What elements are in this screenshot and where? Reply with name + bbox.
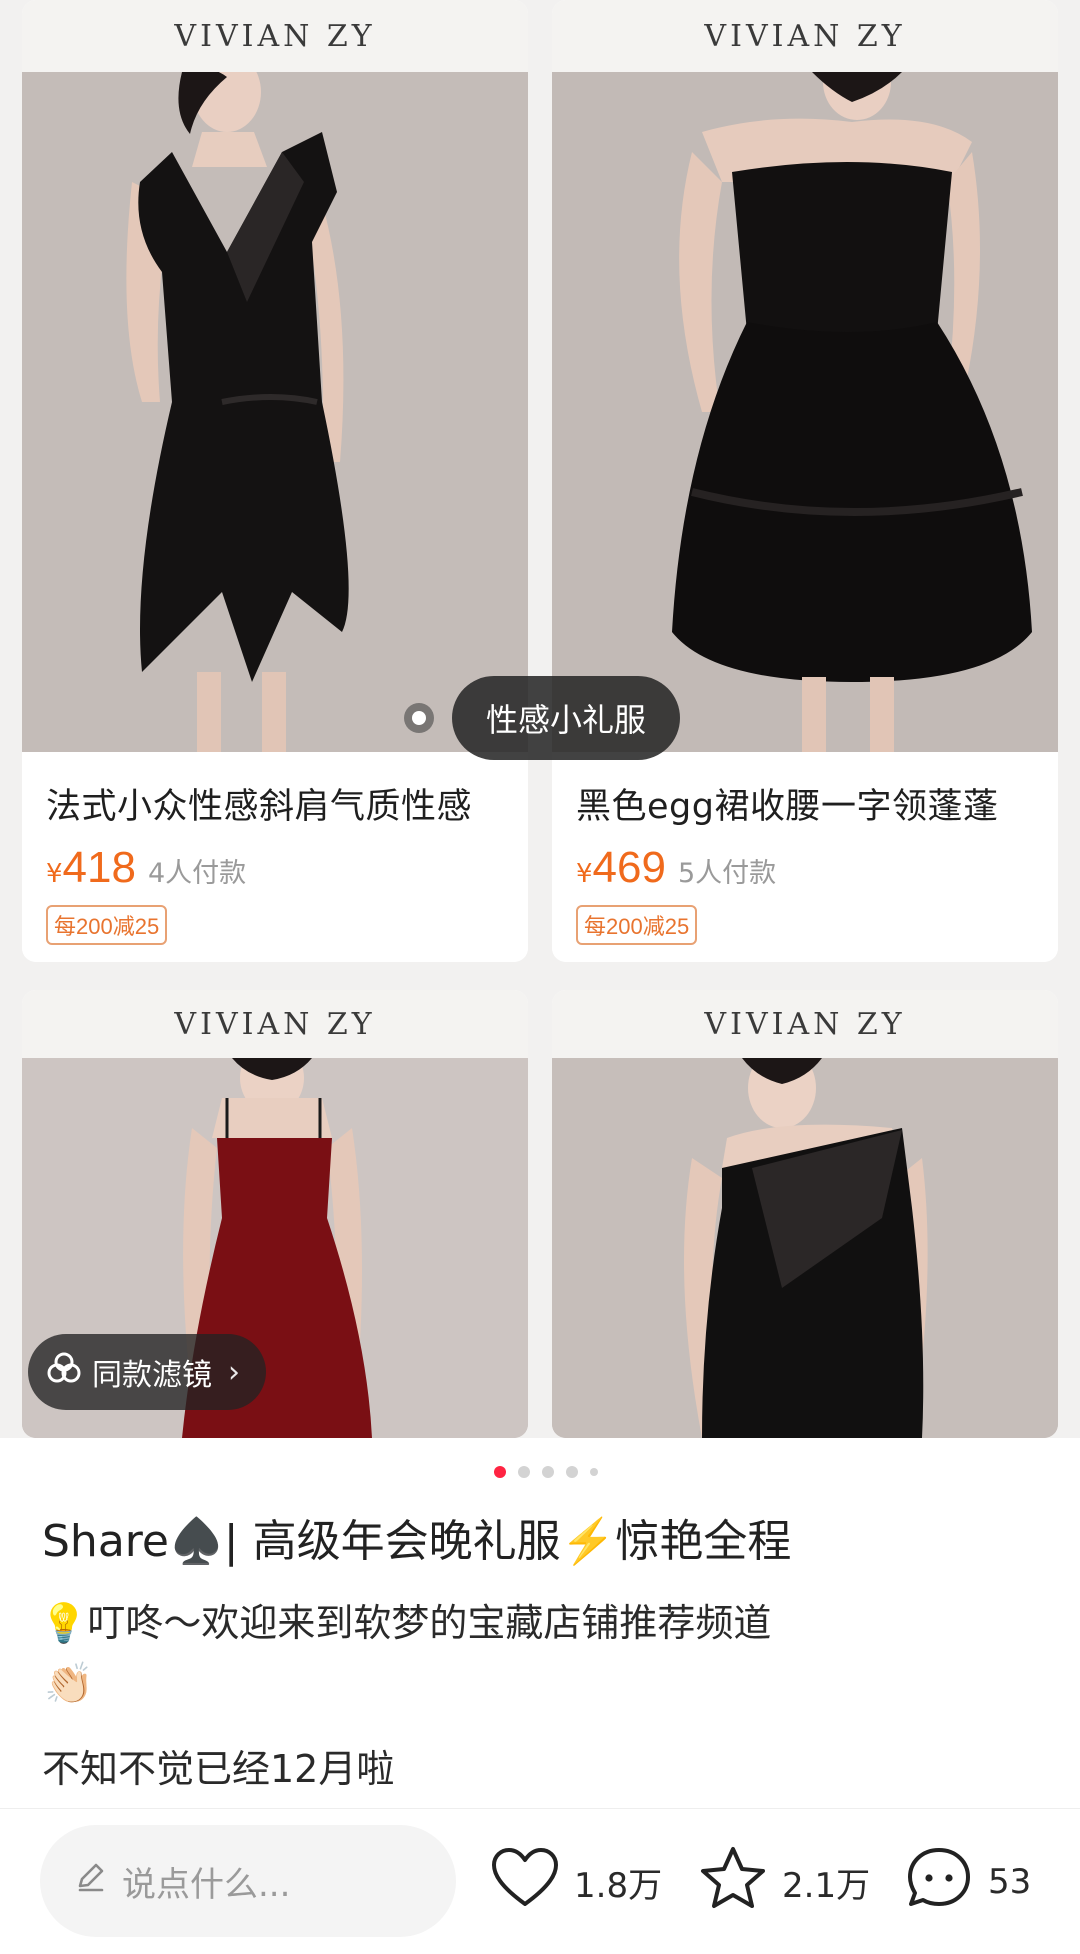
- brand-logo: VIVIAN ZY: [22, 990, 528, 1058]
- carousel-indicator: [0, 1466, 1080, 1478]
- note-image-carousel[interactable]: VIVIAN ZY 法式小众性感斜肩气质性感 ¥ 418 4人付款 每200减2…: [0, 0, 1080, 1438]
- comment-bubble-icon: [904, 1844, 974, 1921]
- like-button[interactable]: 1.8万: [490, 1837, 662, 1927]
- bottom-action-bar: 说点什么... 1.8万 2.1万 53: [0, 1808, 1080, 1954]
- carousel-dot: [566, 1466, 578, 1478]
- price-row: ¥ 418 4人付款: [46, 843, 504, 893]
- comment-button[interactable]: 53: [904, 1837, 1031, 1927]
- payer-count: 4人付款: [147, 858, 247, 889]
- note-body-line: 💡叮咚～欢迎来到软梦的宝藏店铺推荐频道: [40, 1601, 772, 1645]
- payer-count: 5人付款: [677, 858, 777, 889]
- price-row: ¥ 469 5人付款: [576, 843, 1034, 893]
- product-card: VIVIAN ZY 黑色egg裙收腰一字领蓬蓬 ¥ 469 5人付款 每200减…: [552, 0, 1058, 962]
- carousel-dot: [590, 1468, 598, 1476]
- product-photo: [22, 72, 528, 752]
- product-info: 黑色egg裙收腰一字领蓬蓬 ¥ 469 5人付款 每200减25: [552, 752, 1058, 962]
- favorite-count: 2.1万: [782, 1865, 871, 1906]
- carousel-dot-active: [494, 1466, 506, 1478]
- filter-icon: [46, 1350, 82, 1394]
- heart-icon: [490, 1846, 560, 1919]
- tag-anchor-dot[interactable]: [404, 703, 434, 733]
- like-count: 1.8万: [574, 1865, 663, 1906]
- product-photo: [552, 72, 1058, 752]
- product-photo: [552, 1058, 1058, 1438]
- brand-logo: VIVIAN ZY: [552, 990, 1058, 1058]
- clapping-hands-emoji: 👏🏻: [44, 1661, 94, 1707]
- carousel-dot: [518, 1466, 530, 1478]
- chevron-right-icon: ›: [228, 1354, 240, 1390]
- coupon-badge: 每200减25: [576, 905, 698, 945]
- comment-placeholder: 说点什么...: [122, 1864, 291, 1905]
- star-icon: [698, 1844, 768, 1921]
- comment-input[interactable]: 说点什么...: [40, 1825, 456, 1937]
- note-title: Share♠️| 高级年会晚礼服⚡️惊艳全程: [42, 1516, 792, 1567]
- coupon-badge: 每200减25: [46, 905, 168, 945]
- same-filter-chip[interactable]: 同款滤镜 ›: [28, 1334, 266, 1410]
- brand-logo: VIVIAN ZY: [22, 0, 528, 72]
- product-card: VIVIAN ZY 法式小众性感斜肩气质性感 ¥ 418 4人付款 每200减2…: [22, 0, 528, 962]
- pencil-icon: [74, 1860, 108, 1903]
- currency-symbol: ¥: [46, 859, 63, 889]
- text-fade: [0, 1790, 1080, 1808]
- comment-count: 53: [988, 1862, 1032, 1902]
- product-price: 469: [592, 843, 666, 892]
- product-price: 418: [62, 843, 136, 892]
- product-card: VIVIAN ZY: [552, 990, 1058, 1438]
- brand-logo: VIVIAN ZY: [552, 0, 1058, 72]
- image-tag[interactable]: 性感小礼服: [452, 676, 681, 760]
- carousel-dot: [542, 1466, 554, 1478]
- currency-symbol: ¥: [576, 859, 593, 889]
- favorite-button[interactable]: 2.1万: [698, 1837, 870, 1927]
- product-title: 黑色egg裙收腰一字领蓬蓬: [576, 787, 999, 827]
- filter-label: 同款滤镜: [92, 1358, 212, 1393]
- product-title: 法式小众性感斜肩气质性感: [46, 787, 473, 827]
- product-info: 法式小众性感斜肩气质性感 ¥ 418 4人付款 每200减25: [22, 752, 528, 962]
- note-body-line: 不知不觉已经12月啦: [42, 1747, 395, 1791]
